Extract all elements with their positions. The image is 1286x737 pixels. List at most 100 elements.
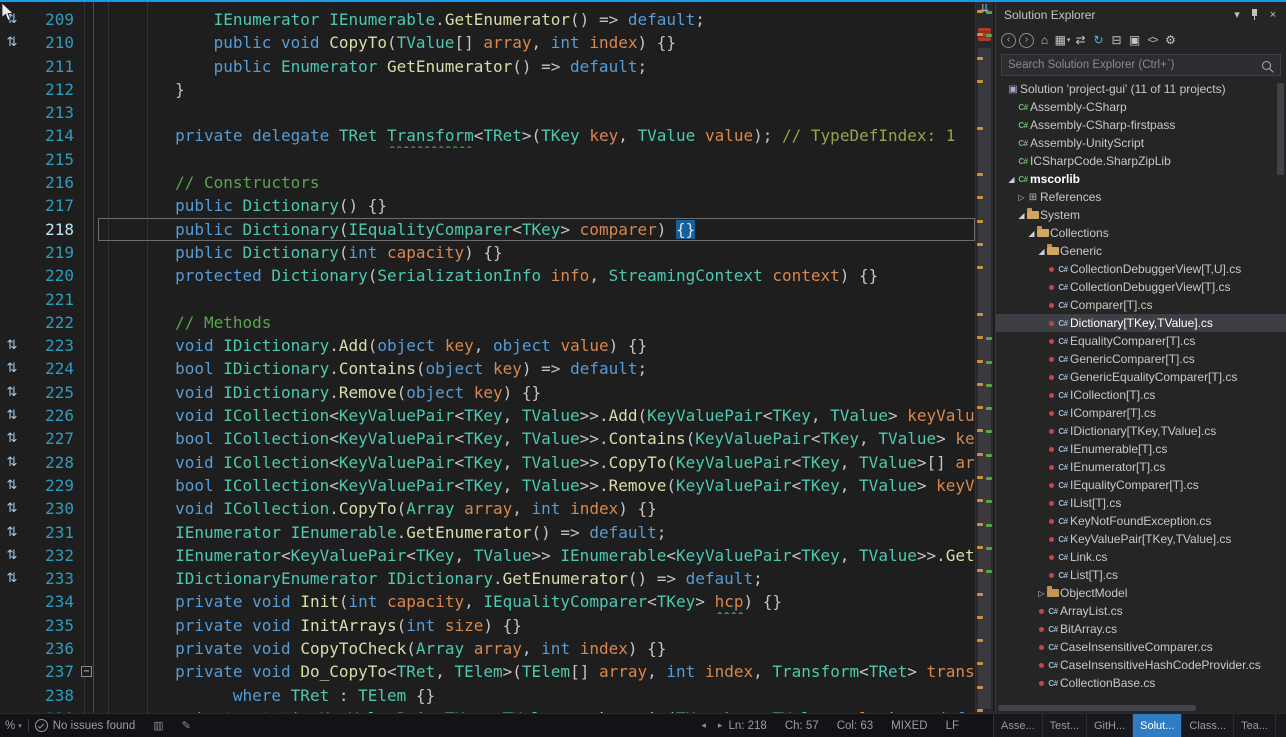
- code-line[interactable]: ⇅233 IDictionaryEnumerator IDictionary.G…: [0, 567, 975, 590]
- code-text[interactable]: public Dictionary(int capacity) {}: [98, 241, 975, 264]
- code-text[interactable]: private void Do_CopyTo<TRet, TElem>(TEle…: [98, 660, 975, 683]
- tree-item[interactable]: C#Assembly-CSharp: [996, 98, 1286, 116]
- tool-tab-tea[interactable]: Tea...: [1234, 714, 1276, 737]
- tree-item[interactable]: C#CollectionDebuggerView[T,U].cs: [996, 260, 1286, 278]
- tree-item[interactable]: C#CollectionBase.cs: [996, 674, 1286, 692]
- tree-item[interactable]: C#ArrayList.cs: [996, 602, 1286, 620]
- line-number[interactable]: 217: [24, 194, 74, 217]
- line-number[interactable]: 215: [24, 148, 74, 171]
- code-line[interactable]: 219 public Dictionary(int capacity) {}: [0, 241, 975, 264]
- code-line[interactable]: 213: [0, 101, 975, 124]
- tree-item[interactable]: C#IEnumerator[T].cs: [996, 458, 1286, 476]
- expander-icon[interactable]: ◢: [1027, 229, 1036, 238]
- line-number[interactable]: 232: [24, 544, 74, 567]
- tree-item[interactable]: C#BitArray.cs: [996, 620, 1286, 638]
- line-number[interactable]: 231: [24, 521, 74, 544]
- code-text[interactable]: private delegate TRet Transform<TRet>(TK…: [98, 124, 975, 147]
- code-line[interactable]: ⇅225 void IDictionary.Remove(object key)…: [0, 381, 975, 404]
- code-text[interactable]: bool IDictionary.Contains(object key) =>…: [98, 357, 975, 380]
- tool-tab-class[interactable]: Class...: [1182, 714, 1234, 737]
- code-text[interactable]: void IDictionary.Remove(object key) {}: [98, 381, 975, 404]
- line-number[interactable]: 229: [24, 474, 74, 497]
- line-number[interactable]: 225: [24, 381, 74, 404]
- code-line[interactable]: ⇅223 void IDictionary.Add(object key, ob…: [0, 334, 975, 357]
- code-text[interactable]: void ICollection<KeyValuePair<TKey, TVal…: [98, 404, 975, 427]
- line-number[interactable]: 228: [24, 451, 74, 474]
- tree-item[interactable]: C#IEqualityComparer[T].cs: [996, 476, 1286, 494]
- code-line[interactable]: 216 // Constructors: [0, 171, 975, 194]
- tree-item[interactable]: ▷⊞References: [996, 188, 1286, 206]
- line-number[interactable]: 210: [24, 31, 74, 54]
- tree-item[interactable]: C#Comparer[T].cs: [996, 296, 1286, 314]
- line-number[interactable]: 238: [24, 684, 74, 707]
- tree-hscroll-thumb[interactable]: [998, 705, 1196, 711]
- line-number[interactable]: 213: [24, 101, 74, 124]
- nav-forward-icon[interactable]: ▸: [718, 720, 723, 731]
- tree-item[interactable]: C#EqualityComparer[T].cs: [996, 332, 1286, 350]
- editor-vertical-scrollbar[interactable]: ⇊: [975, 2, 993, 713]
- copy-button[interactable]: ▣: [1126, 31, 1143, 49]
- tree-item[interactable]: C#Link.cs: [996, 548, 1286, 566]
- implements-gutter-icon[interactable]: ⇅: [0, 357, 24, 380]
- tool-tab-asse[interactable]: Asse...: [994, 714, 1043, 737]
- code-text[interactable]: void IDictionary.Add(object key, object …: [98, 334, 975, 357]
- line-number[interactable]: 237: [24, 660, 74, 683]
- implements-gutter-icon[interactable]: ⇅: [0, 404, 24, 427]
- code-line[interactable]: 237− private void Do_CopyTo<TRet, TElem>…: [0, 660, 975, 683]
- line-number[interactable]: 233: [24, 567, 74, 590]
- code-text[interactable]: [98, 101, 975, 124]
- expander-icon[interactable]: ▷: [1017, 193, 1026, 202]
- code-text[interactable]: public Dictionary() {}: [98, 194, 975, 217]
- tree-item[interactable]: C#Dictionary[TKey,TValue].cs: [996, 314, 1286, 332]
- tree-item[interactable]: C#CaseInsensitiveHashCodeProvider.cs: [996, 656, 1286, 674]
- code-line[interactable]: ⇅210 public void CopyTo(TValue[] array, …: [0, 31, 975, 54]
- code-line[interactable]: 220 protected Dictionary(SerializationIn…: [0, 264, 975, 287]
- tree-item[interactable]: C#ICSharpCode.SharpZipLib: [996, 152, 1286, 170]
- tree-item[interactable]: C#IComparer[T].cs: [996, 404, 1286, 422]
- tree-item[interactable]: C#Assembly-CSharp-firstpass: [996, 116, 1286, 134]
- code-line[interactable]: 218 public Dictionary(IEqualityComparer<…: [0, 218, 975, 241]
- code-line[interactable]: ⇅230 void ICollection.CopyTo(Array array…: [0, 497, 975, 520]
- code-text[interactable]: where TRet : TElem {}: [98, 684, 975, 707]
- line-number[interactable]: 223: [24, 334, 74, 357]
- tree-item[interactable]: C#GenericEqualityComparer[T].cs: [996, 368, 1286, 386]
- tree-item[interactable]: C#KeyNotFoundException.cs: [996, 512, 1286, 530]
- implements-gutter-icon[interactable]: ⇅: [0, 381, 24, 404]
- forward-button[interactable]: ›: [1018, 31, 1035, 49]
- code-view-button[interactable]: <>: [1144, 31, 1161, 49]
- search-input[interactable]: Search Solution Explorer (Ctrl+`): [1001, 54, 1281, 76]
- code-text[interactable]: // Methods: [98, 311, 975, 334]
- code-text[interactable]: public Dictionary(IEqualityComparer<TKey…: [98, 218, 975, 241]
- code-text[interactable]: public Enumerator GetEnumerator() => def…: [98, 55, 975, 78]
- implements-gutter-icon[interactable]: ⇅: [0, 497, 24, 520]
- nav-back-icon[interactable]: ◂: [701, 720, 706, 731]
- line-number[interactable]: 227: [24, 427, 74, 450]
- code-line[interactable]: ⇅229 bool ICollection<KeyValuePair<TKey,…: [0, 474, 975, 497]
- scrollbar-thumb[interactable]: [978, 48, 991, 709]
- line-number[interactable]: 212: [24, 78, 74, 101]
- code-text[interactable]: [98, 288, 975, 311]
- tool-tab-test[interactable]: Test...: [1043, 714, 1087, 737]
- code-editor[interactable]: ⇅209 IEnumerator IEnumerable.GetEnumerat…: [0, 2, 975, 713]
- expander-icon[interactable]: ◢: [1037, 247, 1046, 256]
- zoom-control[interactable]: %: [5, 720, 15, 732]
- line-number[interactable]: 226: [24, 404, 74, 427]
- code-text[interactable]: private void CopyToCheck(Array array, in…: [98, 637, 975, 660]
- code-line[interactable]: ⇅231 IEnumerator IEnumerable.GetEnumerat…: [0, 521, 975, 544]
- tree-item[interactable]: C#IDictionary[TKey,TValue].cs: [996, 422, 1286, 440]
- status-eol[interactable]: LF: [946, 720, 959, 732]
- tree-item[interactable]: C#IList[T].cs: [996, 494, 1286, 512]
- zoom-caret-icon[interactable]: ▾: [18, 722, 22, 730]
- sync-with-active-button[interactable]: ⇄: [1072, 31, 1089, 49]
- expander-icon[interactable]: ▷: [1037, 589, 1046, 598]
- line-number[interactable]: 235: [24, 614, 74, 637]
- line-number[interactable]: 209: [24, 8, 74, 31]
- view-switcher-button[interactable]: ▦▾: [1054, 31, 1071, 49]
- tree-vscroll-thumb[interactable]: [1277, 83, 1284, 175]
- wrench-button[interactable]: ⚙: [1162, 31, 1179, 49]
- code-text[interactable]: bool ICollection<KeyValuePair<TKey, TVal…: [98, 427, 975, 450]
- implements-gutter-icon[interactable]: ⇅: [0, 334, 24, 357]
- code-text[interactable]: protected Dictionary(SerializationInfo i…: [98, 264, 975, 287]
- line-number[interactable]: 214: [24, 124, 74, 147]
- collapse-all-button[interactable]: ⊟: [1108, 31, 1125, 49]
